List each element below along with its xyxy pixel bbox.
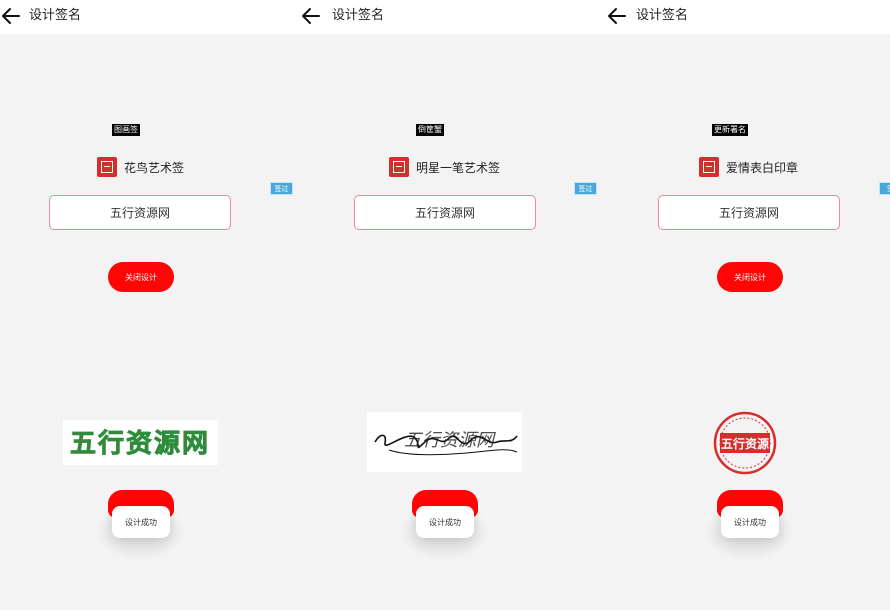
signature-preview: 五行资源 [712,410,778,476]
preview-text: 五行资源 [721,436,769,451]
name-input[interactable]: 五行资源网 [658,195,840,230]
page-title: 设计签名 [636,8,689,23]
signature-image: 五行资源网 [374,430,518,456]
design-button[interactable]: 关闭设计 [717,262,783,292]
style-label: 爱情表白印章 [726,160,799,175]
screen-1: 设计签名 图画签 花鸟艺术签 五行资源网 签过 关闭设计 五行资源网 设计成功 [0,0,305,610]
screen-2: 设计签名 倒筐蟹 明星一笔艺术签 五行资源网 签过 五行资源网 设计成功 [300,0,605,610]
style-tag: 倒筐蟹 [416,124,444,136]
success-toast: 设计成功 [112,506,170,538]
style-selector[interactable]: 爱情表白印章 [699,156,798,178]
signature-image: 五行资源网 [70,428,210,460]
design-button[interactable]: 关闭设计 [108,262,174,292]
seal-stamp-image: 五行资源 [713,411,777,475]
success-toast: 设计成功 [721,506,779,538]
success-toast: 设计成功 [416,506,474,538]
seal-icon [389,157,409,177]
style-selector[interactable]: 明星一笔艺术签 [389,156,500,178]
side-badge[interactable]: 签过 [270,182,293,195]
page-title: 设计签名 [29,8,82,23]
back-arrow-icon[interactable] [300,6,322,26]
seal-icon [699,157,719,177]
signature-preview: 五行资源网 [367,412,522,472]
style-label: 花鸟艺术签 [124,160,185,175]
header: 设计签名 [300,0,605,34]
name-input[interactable]: 五行资源网 [354,195,536,230]
style-tag: 更新署名 [712,124,748,136]
style-selector[interactable]: 花鸟艺术签 [97,156,184,178]
back-arrow-icon[interactable] [606,6,628,26]
name-input[interactable]: 五行资源网 [49,195,231,230]
preview-text: 五行资源网 [404,430,496,451]
style-label: 明星一笔艺术签 [416,160,501,175]
preview-text: 五行资源网 [70,428,210,459]
screen-3: 设计签名 更新署名 爱情表白印章 五行资源网 签 关闭设计 五行资源 设计成功 [600,0,890,610]
style-tag: 图画签 [112,124,140,136]
header: 设计签名 [0,0,305,34]
back-arrow-icon[interactable] [0,6,22,26]
side-badge[interactable]: 签 [879,182,890,195]
page-title: 设计签名 [332,8,385,23]
side-badge[interactable]: 签过 [574,182,597,195]
seal-icon [97,157,117,177]
signature-preview: 五行资源网 [63,420,218,465]
header: 设计签名 [600,0,890,34]
